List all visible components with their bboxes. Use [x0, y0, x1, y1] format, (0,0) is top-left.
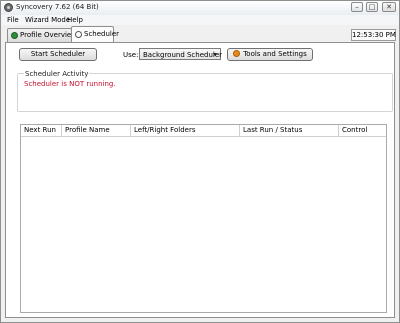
tab-scheduler[interactable]: Scheduler — [71, 26, 119, 42]
minimize-button[interactable]: – — [351, 2, 363, 12]
app-logo-icon — [4, 3, 13, 12]
tools-and-settings-button[interactable]: Tools and Settings — [227, 48, 313, 61]
title-bar[interactable]: Syncovery 7.62 (64 Bit) – □ ✕ — [1, 1, 399, 15]
tools-icon — [233, 50, 241, 57]
column-header-next-run[interactable]: Next Run — [21, 125, 62, 137]
chevron-down-icon — [213, 53, 217, 56]
tab-strip: Profile Overview Scheduler 12:53:30 PM — [1, 25, 399, 42]
use-label: Use: — [123, 51, 139, 59]
menu-file[interactable]: File — [7, 16, 19, 24]
scheduler-activity-title: Scheduler Activity — [24, 70, 90, 78]
app-window: Syncovery 7.62 (64 Bit) – □ ✕ File Wizar… — [0, 0, 400, 323]
menu-wizard-mode[interactable]: Wizard Mode — [25, 16, 70, 24]
tab-profile-overview-label: Profile Overview — [20, 31, 77, 39]
start-scheduler-button[interactable]: Start Scheduler — [19, 48, 97, 61]
close-button[interactable]: ✕ — [382, 2, 396, 12]
scheduler-status-text: Scheduler is NOT running. — [24, 80, 116, 88]
column-header-last-run-status[interactable]: Last Run / Status — [240, 125, 339, 137]
column-header-profile-name[interactable]: Profile Name — [62, 125, 131, 137]
clock-display: 12:53:30 PM — [351, 29, 396, 41]
scheduler-type-value: Background Scheduler — [143, 51, 223, 59]
column-header-control[interactable]: Control — [339, 125, 386, 137]
table-header: Next Run Profile Name Left/Right Folders… — [21, 125, 386, 137]
menu-help[interactable]: Help — [67, 16, 83, 24]
profile-overview-icon — [11, 32, 18, 39]
column-header-folders[interactable]: Left/Right Folders — [131, 125, 240, 137]
menu-bar: File Wizard Mode Help — [1, 15, 399, 25]
tools-and-settings-label: Tools and Settings — [243, 50, 307, 58]
profile-schedule-table[interactable]: Next Run Profile Name Left/Right Folders… — [20, 124, 387, 313]
maximize-button[interactable]: □ — [366, 2, 378, 12]
window-title: Syncovery 7.62 (64 Bit) — [16, 3, 99, 11]
tab-scheduler-label: Scheduler — [84, 30, 120, 38]
scheduler-activity-group: Scheduler Activity Scheduler is NOT runn… — [17, 70, 393, 112]
scheduler-type-select[interactable]: Background Scheduler — [139, 48, 223, 60]
tab-profile-overview[interactable]: Profile Overview — [7, 28, 77, 42]
clock-icon — [75, 31, 82, 38]
scheduler-panel: Start Scheduler Use: Background Schedule… — [5, 42, 395, 318]
